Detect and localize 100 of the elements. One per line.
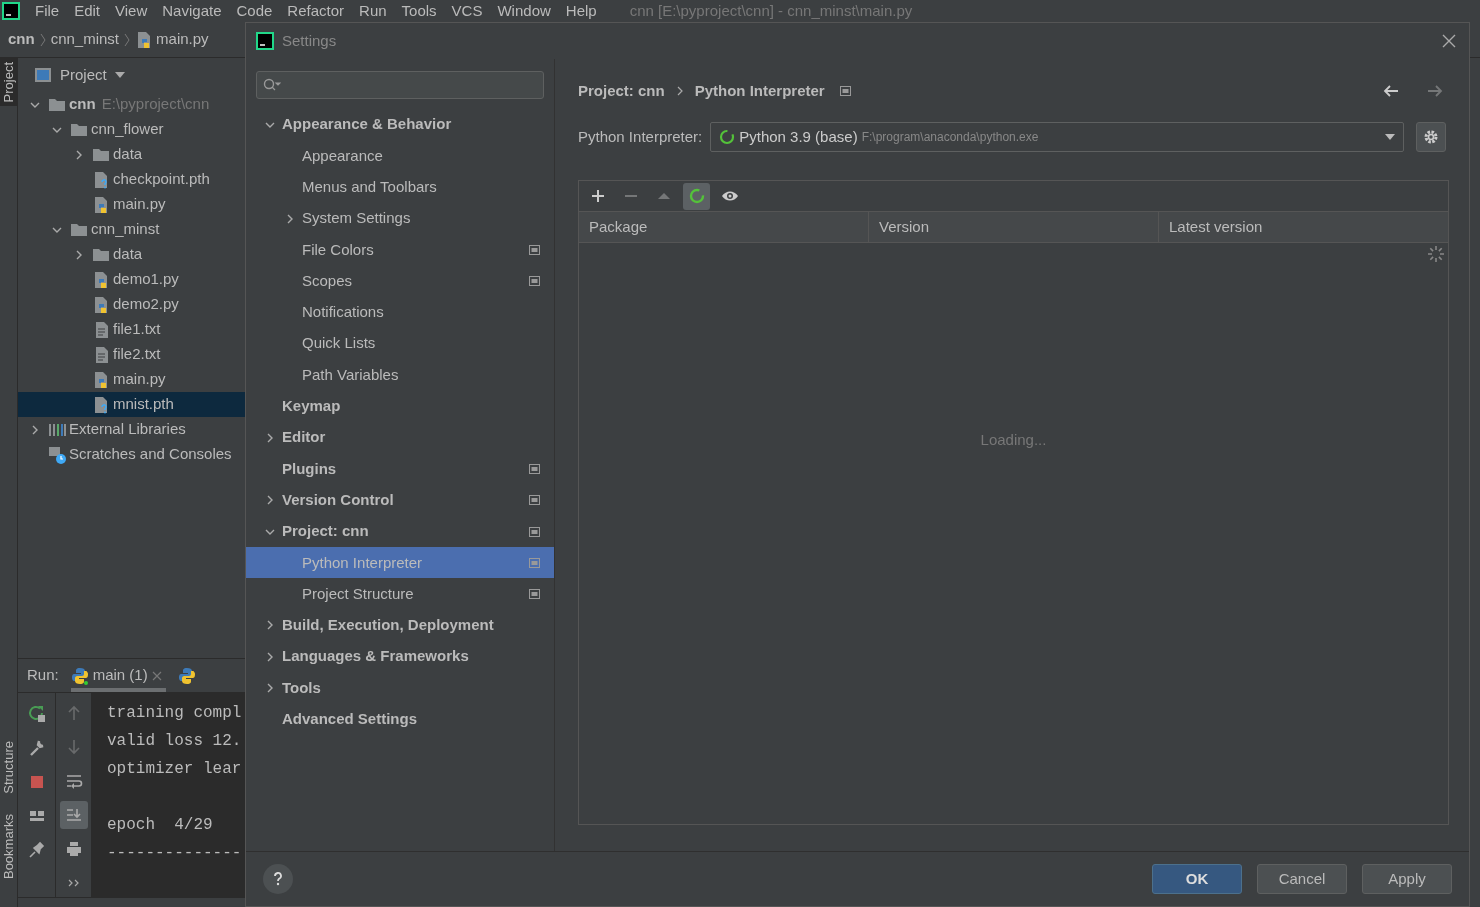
app-logo-icon [256,32,274,50]
settings-tree-item[interactable]: Scopes [246,265,554,297]
tree-row[interactable]: file2.txt [18,342,245,367]
column-header[interactable]: Package [579,212,868,242]
tree-row[interactable]: main.py [18,367,245,392]
loading-spinner-icon [1427,245,1445,263]
settings-tree-item[interactable]: Project Structure [246,578,554,610]
tree-row[interactable]: data [18,142,245,167]
help-icon [273,872,283,886]
settings-button[interactable] [1416,122,1446,152]
settings-tree-item[interactable]: Appearance & Behavior [246,109,554,141]
dialog-button[interactable]: Cancel [1257,864,1347,894]
settings-tree-item[interactable]: File Colors [246,234,554,266]
tree-row[interactable]: mnist.pth [18,392,245,417]
menu-item[interactable]: Tools [401,0,437,23]
settings-tree-item[interactable]: System Settings [246,202,554,235]
plus-icon [591,190,604,202]
tree-item-label: main.py [113,369,166,390]
settings-tree-item[interactable]: Appearance [246,140,554,172]
unknown-file-icon [92,395,110,414]
menu-item[interactable]: Code [236,0,273,23]
menu-item[interactable]: Navigate [162,0,222,23]
menu-item[interactable]: File [35,0,60,23]
refresh-button[interactable] [683,182,710,210]
window-title: cnn [E:\pyproject\cnn] - cnn_minst\main.py [629,0,913,21]
tree-row[interactable]: file1.txt [18,317,245,342]
triangle-up-icon [657,193,670,199]
tree-row[interactable]: External Libraries [18,417,245,442]
breadcrumb-item[interactable]: cnn_minst [50,28,120,51]
pin-icon [27,841,46,859]
panel-title[interactable]: Project [60,63,107,87]
settings-tree-item[interactable]: Plugins [246,453,554,485]
menu-item[interactable]: Run [359,0,387,23]
side-tab[interactable]: Structure [0,737,18,798]
settings-tree-item[interactable]: Quick Lists [246,328,554,360]
console-line: training compl [107,703,243,724]
settings-tree-item[interactable]: Tools [246,672,554,704]
refresh-icon [687,187,706,205]
settings-tree-item[interactable]: Build, Execution, Deployment [246,609,554,642]
python-file-icon [92,295,110,314]
close-icon [151,670,162,681]
menu-item[interactable]: Refactor [287,0,345,23]
tree-item-label: Scratches and Consoles [69,444,232,465]
scratch-file-icon [48,445,66,464]
settings-tree-item[interactable]: Notifications [246,296,554,329]
python-file-icon [92,195,110,214]
tree-item-label: data [113,244,143,265]
tree-item-label: mnist.pth [113,394,174,415]
tree-row[interactable]: cnn_flower [18,117,245,142]
print-icon [64,840,83,858]
search-field[interactable] [256,71,544,99]
side-tab[interactable]: Bookmarks [0,809,18,883]
menu-item[interactable]: Edit [74,0,101,23]
settings-tree-item[interactable]: Editor [246,421,554,454]
menu-item[interactable]: View [115,0,148,23]
chevron-icon [38,31,47,48]
tree-row[interactable]: demo1.py [18,267,245,292]
tree-row[interactable]: cnn_minst [18,217,245,242]
console-line: -------------- [107,843,243,864]
settings-tree-item[interactable]: Version Control [246,484,554,516]
settings-tree-item[interactable]: Keymap [246,390,554,422]
menu-item[interactable]: Help [565,0,597,23]
tree-row[interactable]: data [18,242,245,267]
menu-item[interactable]: VCS [451,0,483,23]
breadcrumb-item[interactable]: main.py [156,28,209,51]
tree-item-label: checkpoint.pth [113,169,210,190]
breadcrumb-item: Python Interpreter [694,80,825,101]
settings-tree-item[interactable]: Path Variables [246,359,554,391]
app-logo-icon [1,1,21,21]
tree-row[interactable]: checkpoint.pth [18,167,245,192]
menu-item[interactable]: Window [497,0,551,23]
dialog-button[interactable]: OK [1152,864,1242,894]
tree-item-label: file2.txt [113,344,161,365]
interpreter-dropdown[interactable]: Python 3.9 (base) F:\program\anaconda\python.exe [710,122,1404,152]
python-file-icon [92,370,110,389]
dialog-button[interactable]: Apply [1362,864,1452,894]
settings-icon [1423,129,1439,145]
tree-row[interactable]: demo2.py [18,292,245,317]
panel-label: Run: [27,665,59,686]
tree-row[interactable]: main.py [18,192,245,217]
breadcrumb-item[interactable]: cnn [8,28,35,51]
help-button[interactable] [263,864,293,894]
tree-item-label: cnn_minst [91,219,160,240]
settings-tree-item[interactable]: Languages & Frameworks [246,641,554,673]
column-header[interactable]: Latest version [1158,212,1448,242]
chevron-icon [676,86,683,96]
dropdown-arrow-icon [114,72,125,78]
tree-row[interactable]: cnn E:\pyproject\cnn [18,92,245,117]
settings-tree-item[interactable]: Project: cnn [246,515,554,548]
breadcrumb-item: Project: cnn [578,80,665,101]
side-tab[interactable]: Project [0,58,18,107]
tree-item-label: data [113,144,143,165]
column-header[interactable]: Version [868,212,1158,242]
console-line: optimizer lear [107,759,243,780]
settings-tree-item[interactable]: Menus and Toolbars [246,171,554,203]
unknown-file-icon [92,170,110,189]
tree-row[interactable]: Scratches and Consoles [18,442,245,467]
scroll-to-end-button[interactable] [59,801,88,829]
minus-icon [624,195,637,197]
settings-tree-item[interactable]: Advanced Settings [246,703,554,735]
